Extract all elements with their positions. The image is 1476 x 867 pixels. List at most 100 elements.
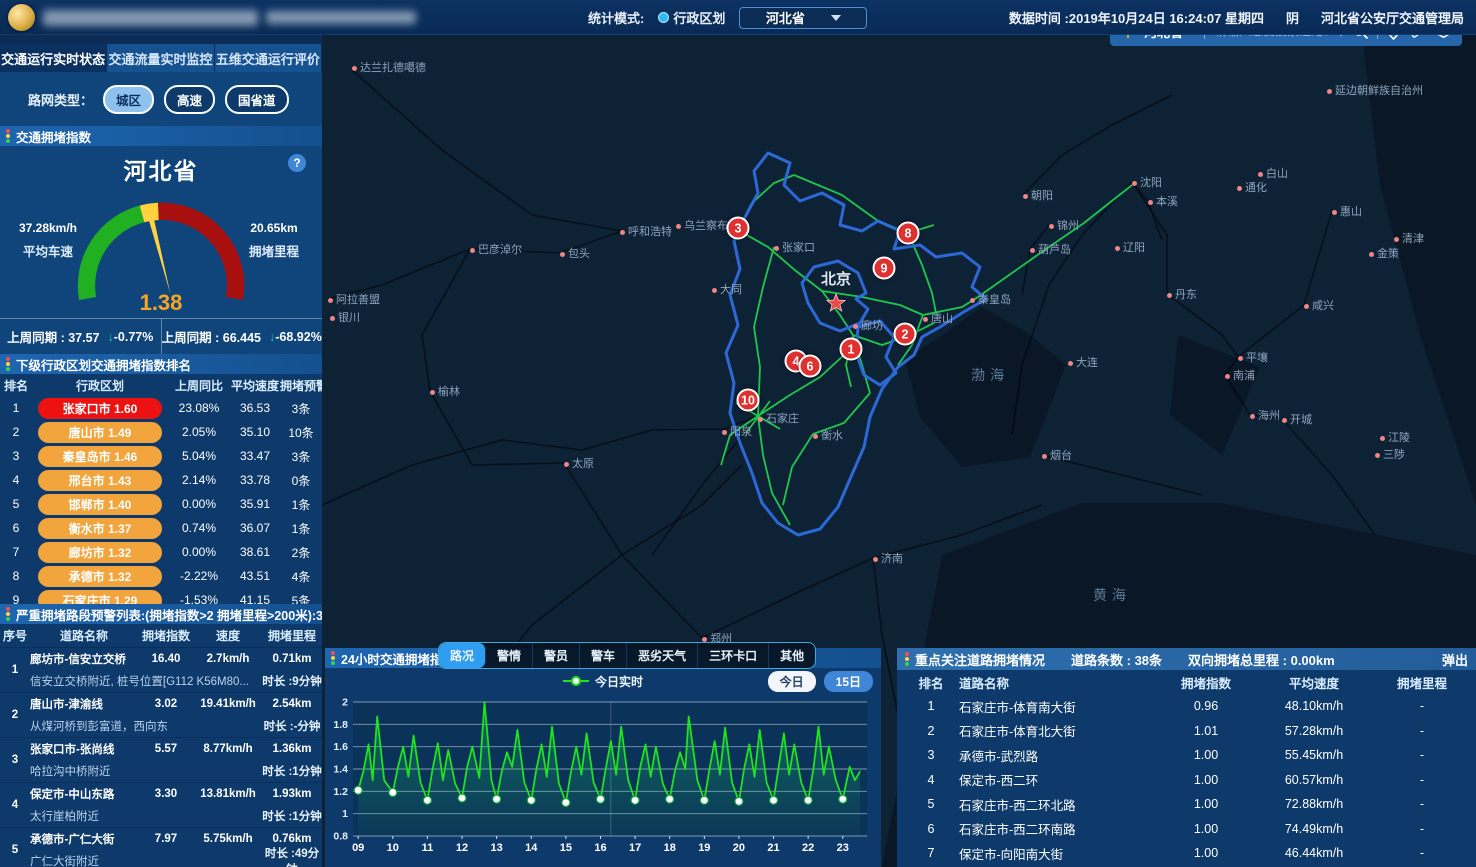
layer-tab-警情[interactable]: 警情 — [486, 643, 533, 668]
traffic-light-icon — [6, 607, 10, 621]
region-mode-radio[interactable]: 行政区划 — [658, 8, 725, 27]
table-row[interactable]: 3秦皇岛市 1.465.04%33.473条 — [0, 444, 322, 468]
congestion-marker-8[interactable]: 8 — [897, 222, 920, 245]
table-row[interactable]: 5邯郸市 1.400.00%35.911条 — [0, 492, 322, 516]
status-area: 数据时间 :2019年10月24日 16:24:07 星期四 阴 河北省公安厅交… — [1009, 0, 1464, 35]
city-label: 海州 — [1250, 407, 1280, 423]
city-index-pill[interactable]: 秦皇岛市 1.46 — [38, 446, 162, 467]
table-row[interactable]: 2石家庄市-体育北大街1.0157.28km/h- — [897, 719, 1476, 744]
layer-tab-其他[interactable]: 其他 — [769, 643, 815, 668]
city-index-pill[interactable]: 张家口市 1.60 — [38, 398, 162, 419]
congestion-marker-1[interactable]: 1 — [840, 338, 863, 361]
city-dot-icon — [970, 298, 975, 303]
road-type-城区[interactable]: 城区 — [103, 85, 154, 114]
traffic-light-icon — [331, 651, 335, 665]
table-row[interactable]: 3张家口市-张尚线5.578.77km/h1.36km哈拉沟中桥附近时长 :1分… — [0, 738, 322, 783]
city-index-pill[interactable]: 石家庄市 1.29 — [38, 590, 162, 605]
svg-text:18: 18 — [664, 842, 676, 854]
city-label: 廊坊 — [853, 317, 883, 333]
congestion-marker-2[interactable]: 2 — [894, 323, 917, 346]
svg-text:2: 2 — [342, 697, 348, 709]
city-index-pill[interactable]: 邯郸市 1.40 — [38, 494, 162, 515]
city-index-pill[interactable]: 廊坊市 1.32 — [38, 542, 162, 563]
city-dot-icon — [853, 324, 858, 329]
layer-tab-警员[interactable]: 警员 — [533, 643, 580, 668]
layer-tab-恶劣天气[interactable]: 恶劣天气 — [627, 643, 698, 668]
table-row[interactable]: 6石家庄市-西二环南路1.0074.49km/h- — [897, 817, 1476, 842]
table-row[interactable]: 3承德市-武烈路1.0055.45km/h- — [897, 743, 1476, 768]
table-row[interactable]: 4保定市-中山东路3.3013.81km/h1.93km太行崖柏附近时长 :1分… — [0, 783, 322, 828]
table-row[interactable]: 2唐山市 1.492.05%35.1010条 — [0, 420, 322, 444]
table-row[interactable]: 7廊坊市 1.320.00%38.612条 — [0, 540, 322, 564]
city-label: 锦州 — [1049, 217, 1079, 233]
tab-1[interactable]: 交通运行实时状态 — [0, 44, 107, 72]
city-dot-icon — [1332, 210, 1337, 215]
ranking-header: 排名行政区划上周同比平均速度拥堵预警 — [0, 374, 322, 396]
svg-text:1.2: 1.2 — [333, 786, 348, 798]
city-index-pill[interactable]: 邢台市 1.43 — [38, 470, 162, 491]
table-row[interactable]: 7保定市-向阳南大街1.0046.44km/h- — [897, 841, 1476, 866]
svg-text:12: 12 — [456, 842, 468, 854]
focus-roads-table: 排名道路名称拥堵指数平均速度拥堵里程1石家庄市-体育南大街0.9648.10km… — [897, 670, 1476, 867]
road-count: 道路条数 : 38条 — [1071, 650, 1162, 669]
layer-tab-三环卡口[interactable]: 三环卡口 — [698, 643, 769, 668]
layer-tab-警车[interactable]: 警车 — [580, 643, 627, 668]
city-index-pill[interactable]: 衡水市 1.37 — [38, 518, 162, 539]
road-type-高速[interactable]: 高速 — [164, 85, 215, 114]
svg-text:0.8: 0.8 — [333, 831, 348, 843]
congestion-marker-9[interactable]: 9 — [873, 257, 896, 280]
congestion-marker-3[interactable]: 3 — [727, 217, 750, 240]
help-icon[interactable]: ? — [288, 154, 306, 172]
svg-text:10: 10 — [387, 842, 399, 854]
mileage-unit: km — [280, 221, 297, 235]
city-index-pill[interactable]: 承德市 1.32 — [38, 566, 162, 587]
table-row[interactable]: 1张家口市 1.6023.08%36.533条 — [0, 396, 322, 420]
warning-table-body: 1廊坊市-信安立交桥16.402.7km/h0.71km信安立交桥附近, 桩号位… — [0, 648, 322, 867]
popup-link[interactable]: 弹出 — [1442, 650, 1468, 669]
prev-speed-delta: -0.77% — [114, 330, 154, 344]
table-row[interactable]: 1石家庄市-体育南大街0.9648.10km/h- — [897, 694, 1476, 719]
road-type-国省道[interactable]: 国省道 — [225, 85, 289, 114]
table-row[interactable]: 9石家庄市 1.29-1.53%41.155条 — [0, 588, 322, 604]
city-label: 辽阳 — [1115, 239, 1145, 255]
tab-2[interactable]: 交通流量实时监控 — [107, 44, 214, 72]
city-dot-icon — [1148, 200, 1153, 205]
city-label: 平壤 — [1238, 349, 1268, 365]
city-label: 乌兰察布 — [676, 217, 728, 233]
section-title: 重点关注道路拥堵情况 — [915, 650, 1045, 669]
table-row[interactable]: 6衡水市 1.370.74%36.071条 — [0, 516, 322, 540]
road-type-filter: 路网类型： 城区高速国省道 — [0, 72, 322, 126]
city-index-pill[interactable]: 唐山市 1.49 — [38, 422, 162, 443]
column-header: 拥堵指数 — [138, 627, 194, 644]
region-dropdown[interactable]: 河北省 — [739, 7, 867, 29]
layer-tab-路况[interactable]: 路况 — [439, 643, 486, 668]
city-dot-icon — [330, 316, 335, 321]
city-dot-icon — [1132, 181, 1137, 186]
traffic-light-icon — [6, 129, 10, 143]
fifteen-day-button[interactable]: 15日 — [824, 671, 873, 692]
table-row[interactable]: 4保定市-西二环1.0060.57km/h- — [897, 768, 1476, 793]
table-row[interactable]: 5石家庄市-西二环北路1.0072.88km/h- — [897, 792, 1476, 817]
app: 达兰扎德噶德巴彦淖尔包头呼和浩特乌兰察布阿拉善盟银川榆林大同张家口廊坊唐山秦皇岛… — [0, 0, 1476, 867]
city-dot-icon — [758, 417, 763, 422]
table-row[interactable]: 8承德市 1.32-2.22%43.514条 — [0, 564, 322, 588]
gauge-needle — [146, 208, 170, 294]
city-dot-icon — [774, 246, 779, 251]
svg-text:16: 16 — [594, 842, 606, 854]
city-label: 石家庄 — [758, 410, 799, 426]
tab-3[interactable]: 五维交通运行评价 — [215, 44, 322, 72]
congestion-marker-6[interactable]: 6 — [799, 355, 822, 378]
city-dot-icon — [620, 230, 625, 235]
city-label: 沈阳 — [1132, 174, 1162, 190]
svg-text:15: 15 — [560, 842, 572, 854]
congestion-marker-10[interactable]: 10 — [737, 389, 760, 412]
city-label: 达兰扎德噶德 — [352, 59, 426, 75]
table-row[interactable]: 5承德市-广仁大街7.975.75km/h0.76km广仁大街附近时长 :49分… — [0, 828, 322, 867]
table-row[interactable]: 2唐山市-津渝线3.0219.41km/h2.54km从煤河桥到彭富道，西向东时… — [0, 693, 322, 738]
congestion-curve-panel: 24小时交通拥堵指数曲线 今日实时 今日 15日 0.811.21.41.61.… — [325, 648, 881, 867]
congestion-index-value: 1.38 — [0, 290, 322, 316]
today-button[interactable]: 今日 — [768, 671, 816, 692]
avg-speed-stat: 37.28km/h 平均车速 — [2, 210, 94, 260]
table-row[interactable]: 4邢台市 1.432.14%33.780条 — [0, 468, 322, 492]
table-row[interactable]: 1廊坊市-信安立交桥16.402.7km/h0.71km信安立交桥附近, 桩号位… — [0, 648, 322, 693]
